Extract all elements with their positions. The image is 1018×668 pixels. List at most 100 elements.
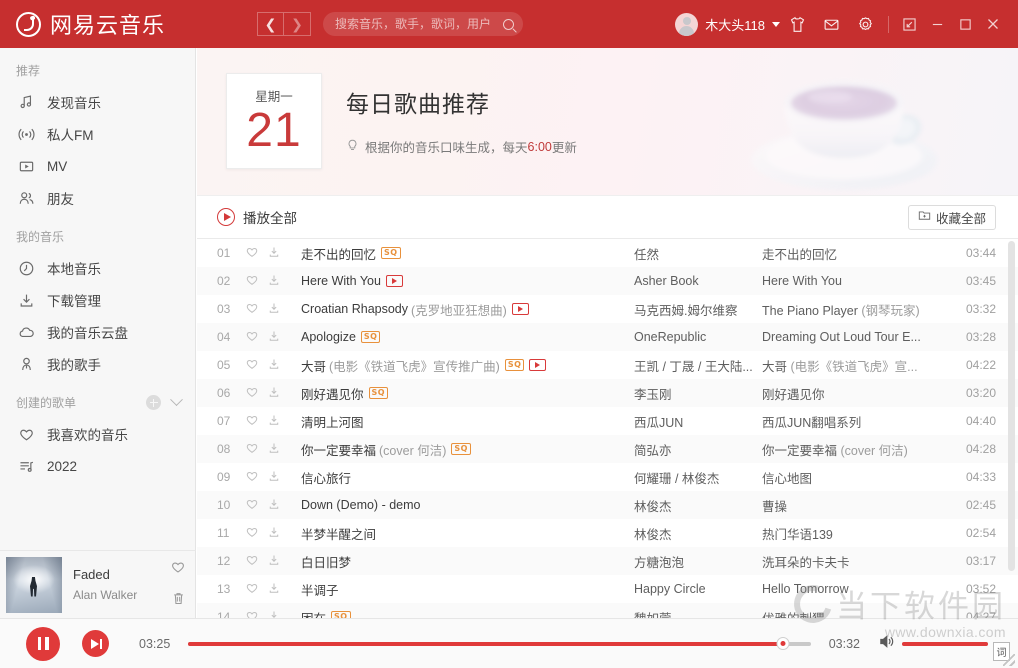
sq-quality-badge[interactable]: SQ xyxy=(381,247,401,259)
heart-icon[interactable] xyxy=(245,329,267,346)
song-album[interactable]: 洗耳朵的卡夫卡 xyxy=(762,552,952,571)
volume-track[interactable] xyxy=(902,642,988,646)
download-icon[interactable] xyxy=(267,413,301,430)
download-icon[interactable] xyxy=(267,609,301,619)
song-album[interactable]: 大哥 (电影《铁道飞虎》宣... xyxy=(762,356,952,375)
song-list[interactable]: 01走不出的回忆SQ任然走不出的回忆03:4402Here With YouAs… xyxy=(197,239,1018,618)
collect-all-button[interactable]: 收藏全部 xyxy=(908,205,996,230)
minimize-button[interactable] xyxy=(923,0,951,48)
download-icon[interactable] xyxy=(267,441,301,458)
table-row[interactable]: 02Here With YouAsher BookHere With You03… xyxy=(197,267,1018,295)
download-icon[interactable] xyxy=(267,553,301,570)
table-row[interactable]: 07清明上河图西瓜JUN西瓜JUN翻唱系列04:40 xyxy=(197,407,1018,435)
heart-icon[interactable] xyxy=(245,385,267,402)
song-artist[interactable]: 方糖泡泡 xyxy=(634,552,762,571)
song-album[interactable]: 优雅的刺猬 xyxy=(762,608,952,619)
mini-player-button[interactable] xyxy=(895,0,923,48)
song-artist[interactable]: 魏如萱 xyxy=(634,608,762,619)
sq-quality-badge[interactable]: SQ xyxy=(369,387,389,399)
song-album[interactable]: 你一定要幸福 (cover 何洁) xyxy=(762,440,952,459)
heart-icon[interactable] xyxy=(245,245,267,262)
song-artist[interactable]: 马克西姆.姆尔维察 xyxy=(634,300,762,319)
song-title-cell[interactable]: 白日旧梦 xyxy=(301,552,634,571)
skin-shirt-icon[interactable] xyxy=(780,0,814,48)
list-scrollbar[interactable] xyxy=(1008,241,1015,571)
pause-button[interactable] xyxy=(26,627,60,661)
forward-button[interactable]: ❯ xyxy=(284,12,311,36)
song-artist[interactable]: 王凯 / 丁晟 / 王大陆... xyxy=(634,356,762,375)
song-title-cell[interactable]: 半梦半醒之间 xyxy=(301,524,634,543)
download-icon[interactable] xyxy=(267,245,301,262)
song-album[interactable]: 曹操 xyxy=(762,496,952,515)
song-title-cell[interactable]: 困在SQ xyxy=(301,608,634,619)
song-title-cell[interactable]: Here With You xyxy=(301,274,634,288)
resize-grip[interactable] xyxy=(1003,654,1015,666)
song-title-cell[interactable]: 半调子 xyxy=(301,580,634,599)
song-title-cell[interactable]: Down (Demo) - demo xyxy=(301,498,634,512)
heart-icon[interactable] xyxy=(245,273,267,290)
song-album[interactable]: Here With You xyxy=(762,274,952,288)
download-icon[interactable] xyxy=(267,329,301,346)
heart-icon[interactable] xyxy=(245,469,267,486)
song-title-cell[interactable]: 信心旅行 xyxy=(301,468,634,487)
heart-icon[interactable] xyxy=(245,357,267,374)
table-row[interactable]: 12白日旧梦方糖泡泡洗耳朵的卡夫卡03:17 xyxy=(197,547,1018,575)
sidebar-item-favorite-music[interactable]: 我喜欢的音乐 xyxy=(0,418,195,450)
progress-slider[interactable] xyxy=(188,638,810,650)
username-label[interactable]: 木大头118 xyxy=(705,15,765,34)
song-album[interactable]: Dreaming Out Loud Tour E... xyxy=(762,330,952,344)
heart-icon[interactable] xyxy=(170,559,186,580)
sq-quality-badge[interactable]: SQ xyxy=(505,359,525,371)
sidebar-item-local-music[interactable]: 本地音乐 xyxy=(0,252,195,284)
song-artist[interactable]: Happy Circle xyxy=(634,582,762,596)
song-artist[interactable]: Asher Book xyxy=(634,274,762,288)
search-input[interactable] xyxy=(335,17,503,31)
table-row[interactable]: 01走不出的回忆SQ任然走不出的回忆03:44 xyxy=(197,239,1018,267)
download-icon[interactable] xyxy=(267,469,301,486)
next-track-button[interactable] xyxy=(82,630,109,657)
song-title-cell[interactable]: 大哥(电影《铁道飞虎》宣传推广曲)SQ xyxy=(301,356,634,375)
volume-control[interactable] xyxy=(878,633,988,655)
song-album[interactable]: 西瓜JUN翻唱系列 xyxy=(762,412,952,431)
avatar[interactable] xyxy=(675,13,698,36)
mail-icon[interactable] xyxy=(814,0,848,48)
heart-icon[interactable] xyxy=(245,581,267,598)
now-playing-artist[interactable]: Alan Walker xyxy=(73,588,161,602)
table-row[interactable]: 04ApologizeSQOneRepublicDreaming Out Lou… xyxy=(197,323,1018,351)
sidebar-item-cloud-disk[interactable]: 我的音乐云盘 xyxy=(0,316,195,348)
trash-icon[interactable] xyxy=(171,591,186,611)
song-artist[interactable]: 何耀珊 / 林俊杰 xyxy=(634,468,762,487)
song-artist[interactable]: 林俊杰 xyxy=(634,496,762,515)
sq-quality-badge[interactable]: SQ xyxy=(361,331,381,343)
table-row[interactable]: 13半调子Happy CircleHello Tomorrow03:52 xyxy=(197,575,1018,603)
song-album[interactable]: The Piano Player (钢琴玩家) xyxy=(762,300,952,319)
table-row[interactable]: 05大哥(电影《铁道飞虎》宣传推广曲)SQ王凯 / 丁晟 / 王大陆...大哥 … xyxy=(197,351,1018,379)
download-icon[interactable] xyxy=(267,357,301,374)
maximize-button[interactable] xyxy=(951,0,979,48)
now-playing-title[interactable]: Faded xyxy=(73,567,161,582)
song-album[interactable]: 热门华语139 xyxy=(762,524,952,543)
sidebar-item-playlist-2022[interactable]: 2022 xyxy=(0,450,195,482)
download-icon[interactable] xyxy=(267,273,301,290)
song-album[interactable]: 走不出的回忆 xyxy=(762,244,952,263)
mv-badge[interactable] xyxy=(529,359,546,371)
sidebar-item-friends[interactable]: 朋友 xyxy=(0,182,195,214)
table-row[interactable]: 09信心旅行何耀珊 / 林俊杰信心地图04:33 xyxy=(197,463,1018,491)
song-title-cell[interactable]: 刚好遇见你SQ xyxy=(301,384,634,403)
song-artist[interactable]: OneRepublic xyxy=(634,330,762,344)
chevron-down-icon[interactable] xyxy=(170,393,183,406)
table-row[interactable]: 10Down (Demo) - demo林俊杰曹操02:45 xyxy=(197,491,1018,519)
song-album[interactable]: Hello Tomorrow xyxy=(762,582,952,596)
settings-gear-icon[interactable] xyxy=(848,0,882,48)
close-button[interactable] xyxy=(979,0,1007,48)
table-row[interactable]: 11半梦半醒之间林俊杰热门华语13902:54 xyxy=(197,519,1018,547)
mv-badge[interactable] xyxy=(386,275,403,287)
song-artist[interactable]: 西瓜JUN xyxy=(634,412,762,431)
heart-icon[interactable] xyxy=(245,525,267,542)
search-box[interactable] xyxy=(323,12,523,36)
heart-icon[interactable] xyxy=(245,553,267,570)
song-artist[interactable]: 简弘亦 xyxy=(634,440,762,459)
song-title-cell[interactable]: Croatian Rhapsody(克罗地亚狂想曲) xyxy=(301,300,634,319)
sq-quality-badge[interactable]: SQ xyxy=(331,611,351,618)
song-title-cell[interactable]: 走不出的回忆SQ xyxy=(301,244,634,263)
